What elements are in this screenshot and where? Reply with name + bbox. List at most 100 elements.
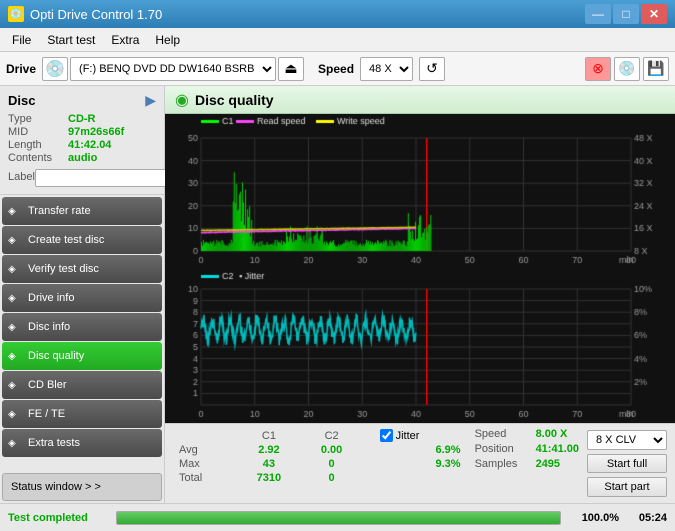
close-button[interactable]: ✕ [641, 4, 667, 24]
chart2 [165, 269, 675, 423]
stats-bar: C1 C2 Jitter Avg 2.92 [165, 423, 675, 503]
position-label: Position [475, 443, 530, 455]
speed-select[interactable]: 48 X [360, 57, 413, 81]
samples-value: 2495 [536, 458, 560, 470]
disc-info-icon: ◈ [8, 322, 16, 333]
sidebar-item-cd-bler[interactable]: ◈ CD Bler [2, 371, 162, 399]
label-label: Label [8, 171, 35, 183]
status-window-button[interactable]: Status window > > [2, 473, 162, 501]
c2-header: C2 [302, 428, 362, 443]
erase-button[interactable]: ⊗ [585, 57, 611, 81]
speed-label: Speed [318, 62, 354, 76]
menu-file[interactable]: File [4, 31, 39, 49]
length-value: 41:42.04 [68, 139, 111, 151]
samples-label: Samples [475, 458, 530, 470]
time-text: 05:24 [627, 512, 667, 524]
sidebar-item-extra-tests[interactable]: ◈ Extra tests [2, 429, 162, 457]
drive-toolbar: Drive 💿 (F:) BENQ DVD DD DW1640 BSRB ⏏ S… [0, 52, 675, 86]
maximize-button[interactable]: □ [613, 4, 639, 24]
bottom-bar: Test completed 100.0% 05:24 [0, 503, 675, 531]
sidebar-item-disc-quality[interactable]: ◈ Disc quality [2, 342, 162, 370]
start-part-button[interactable]: Start part [587, 477, 667, 497]
progress-text: 100.0% [569, 512, 619, 524]
jitter-checkbox[interactable] [380, 429, 393, 442]
sidebar: Disc ▶ Type CD-R MID 97m26s66f Length 41… [0, 86, 165, 503]
disc-quality-header: ◉ Disc quality [165, 86, 675, 114]
label-input[interactable] [35, 169, 183, 187]
disc-panel-title: Disc [8, 93, 35, 108]
transfer-rate-icon: ◈ [8, 206, 16, 217]
samples-row: Samples 2495 [475, 458, 579, 470]
sidebar-nav: ◈ Transfer rate ◈ Create test disc ◈ Ver… [0, 195, 164, 471]
max-label: Max [173, 457, 236, 471]
jitter-label: Jitter [396, 430, 420, 442]
progress-bar [117, 512, 560, 524]
avg-row: Avg 2.92 0.00 6.9% [173, 443, 467, 457]
total-row: Total 7310 0 [173, 471, 467, 485]
disc-quality-icon: ◈ [8, 351, 16, 362]
menu-extra[interactable]: Extra [103, 31, 147, 49]
disc-button[interactable]: 💿 [614, 57, 640, 81]
refresh-button[interactable]: ↺ [419, 57, 445, 81]
extra-tests-icon: ◈ [8, 438, 16, 449]
disc-arrow-button[interactable]: ▶ [145, 92, 156, 109]
avg-jitter: 6.9% [374, 443, 467, 457]
sidebar-item-create-test-disc[interactable]: ◈ Create test disc [2, 226, 162, 254]
status-text: Test completed [8, 512, 108, 524]
sidebar-item-fe-te[interactable]: ◈ FE / TE [2, 400, 162, 428]
chart1 [165, 114, 675, 269]
jitter-header-cell: Jitter [374, 428, 467, 443]
title-bar: 💿 Opti Drive Control 1.70 — □ ✕ [0, 0, 675, 28]
eject-button[interactable]: ⏏ [278, 57, 304, 81]
speed-row: Speed 8.00 X [475, 428, 579, 440]
sidebar-item-drive-info[interactable]: ◈ Drive info [2, 284, 162, 312]
max-jitter: 9.3% [374, 457, 467, 471]
menu-help[interactable]: Help [147, 31, 188, 49]
cd-bler-icon: ◈ [8, 380, 16, 391]
max-c2: 0 [302, 457, 362, 471]
total-c2: 0 [302, 471, 362, 485]
start-full-button[interactable]: Start full [587, 454, 667, 474]
max-row: Max 43 0 9.3% [173, 457, 467, 471]
minimize-button[interactable]: — [585, 4, 611, 24]
mid-label: MID [8, 126, 68, 138]
sidebar-item-transfer-rate[interactable]: ◈ Transfer rate [2, 197, 162, 225]
type-value: CD-R [68, 113, 96, 125]
content-area: ◉ Disc quality C1 C [165, 86, 675, 503]
fe-te-icon: ◈ [8, 409, 16, 420]
save-button[interactable]: 💾 [643, 57, 669, 81]
app-icon: 💿 [8, 6, 24, 22]
sidebar-item-disc-info[interactable]: ◈ Disc info [2, 313, 162, 341]
sidebar-item-verify-test-disc[interactable]: ◈ Verify test disc [2, 255, 162, 283]
charts-container [165, 114, 675, 423]
contents-value: audio [68, 152, 97, 164]
chart2-canvas [165, 269, 675, 423]
position-row: Position 41:41.00 [475, 443, 579, 455]
max-c1: 43 [236, 457, 301, 471]
status-window-label: Status window > > [11, 481, 101, 493]
length-label: Length [8, 139, 68, 151]
action-buttons: 8 X CLV Start full Start part [587, 428, 667, 499]
create-test-disc-icon: ◈ [8, 235, 16, 246]
drive-select[interactable]: (F:) BENQ DVD DD DW1640 BSRB [70, 57, 276, 81]
speed-label-stat: Speed [475, 428, 530, 440]
progress-bar-container [116, 511, 561, 525]
speed-info: Speed 8.00 X Position 41:41.00 Samples 2… [475, 428, 579, 499]
disc-quality-title: Disc quality [195, 92, 274, 108]
type-label: Type [8, 113, 68, 125]
total-c1: 7310 [236, 471, 301, 485]
speed-value: 8.00 X [536, 428, 568, 440]
menu-bar: File Start test Extra Help [0, 28, 675, 52]
stats-table: C1 C2 Jitter Avg 2.92 [173, 428, 467, 499]
menu-start-test[interactable]: Start test [39, 31, 103, 49]
app-title: Opti Drive Control 1.70 [30, 7, 162, 22]
verify-test-disc-icon: ◈ [8, 264, 16, 275]
avg-c1: 2.92 [236, 443, 301, 457]
clv-select[interactable]: 8 X CLV [587, 430, 667, 450]
disc-info-panel: Disc ▶ Type CD-R MID 97m26s66f Length 41… [0, 86, 164, 195]
avg-label: Avg [173, 443, 236, 457]
position-value: 41:41.00 [536, 443, 579, 455]
drive-label: Drive [6, 62, 36, 76]
c1-header: C1 [236, 428, 301, 443]
disc-quality-header-icon: ◉ [175, 90, 189, 110]
